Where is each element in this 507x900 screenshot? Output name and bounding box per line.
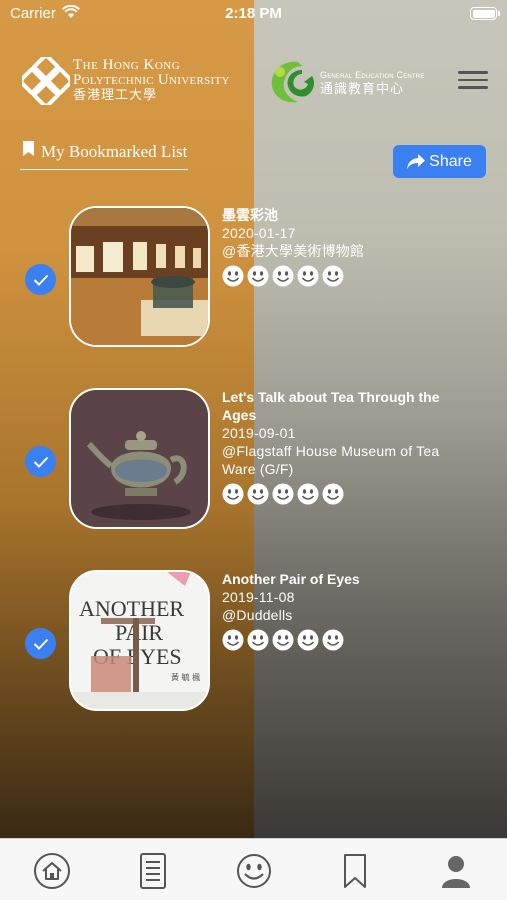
museum-gallery-image (71, 208, 208, 345)
checkmark-icon[interactable] (25, 628, 56, 659)
status-time: 2:18 PM (225, 5, 282, 22)
gec-name-english: General Education Centre (320, 70, 425, 80)
item-info: Let's Talk about Tea Through the Ages 20… (222, 388, 472, 505)
rating-faces (222, 483, 472, 505)
tab-profile[interactable] (436, 851, 476, 891)
bookmarked-list-header: My Bookmarked List (20, 138, 188, 170)
smiley-icon (237, 854, 271, 888)
bookmarked-list-title: My Bookmarked List (41, 142, 188, 161)
smiley-face-icon[interactable] (272, 483, 294, 505)
item-title: Another Pair of Eyes (222, 571, 360, 587)
smiley-face-icon[interactable] (272, 265, 294, 287)
smiley-face-icon[interactable] (297, 483, 319, 505)
smiley-face-icon[interactable] (322, 483, 344, 505)
gec-logo-icon (271, 61, 314, 103)
smiley-face-icon[interactable] (222, 483, 244, 505)
smiley-face-icon[interactable] (247, 265, 269, 287)
item-venue: @香港大學美術博物館 (222, 243, 365, 259)
rating-faces (222, 629, 472, 651)
item-thumbnail[interactable] (69, 388, 210, 529)
battery-icon (470, 7, 500, 20)
item-thumbnail[interactable] (69, 206, 210, 347)
menu-line (458, 86, 488, 89)
item-venue: @Flagstaff House Museum of Tea Ware (G/F… (222, 443, 440, 477)
profile-icon (442, 856, 470, 888)
bookmark-icon (23, 141, 34, 156)
cover-word-1: ANOTHER (79, 596, 184, 621)
menu-line (458, 78, 488, 81)
item-title: 墨雲彩池 (222, 207, 278, 223)
item-date: 2020-01-17 (222, 225, 296, 241)
bookmark-icon (344, 854, 366, 888)
hamburger-menu-button[interactable] (458, 71, 488, 93)
tab-rating[interactable] (234, 851, 274, 891)
share-button[interactable]: Share (393, 145, 486, 178)
polyu-name-chinese: 香港理工大學 (73, 88, 158, 103)
smiley-face-icon[interactable] (222, 629, 244, 651)
share-label: Share (429, 152, 472, 170)
home-icon (34, 853, 70, 889)
rating-faces (222, 265, 472, 287)
item-thumbnail[interactable]: ANOTHER PAIR OF EYES 黃 毓 楓 (69, 570, 210, 711)
item-info: 墨雲彩池 2020-01-17 @香港大學美術博物館 (222, 206, 472, 287)
tab-home[interactable] (32, 851, 72, 891)
gec-name: General Education Centre 通識教育中心 (320, 70, 425, 96)
smiley-face-icon[interactable] (322, 265, 344, 287)
menu-line (458, 71, 488, 74)
tab-bookmark[interactable] (335, 851, 375, 891)
polyu-name-line2: Polytechnic University (73, 72, 230, 88)
smiley-face-icon[interactable] (297, 265, 319, 287)
smiley-face-icon[interactable] (272, 629, 294, 651)
book-cover-image: ANOTHER PAIR OF EYES 黃 毓 楓 (71, 572, 208, 709)
item-date: 2019-11-08 (222, 589, 295, 605)
item-title: Let's Talk about Tea Through the Ages (222, 389, 440, 423)
smiley-face-icon[interactable] (222, 265, 244, 287)
smiley-face-icon[interactable] (247, 483, 269, 505)
checkmark-icon[interactable] (25, 264, 56, 295)
smiley-face-icon[interactable] (322, 629, 344, 651)
polyu-logo-icon (22, 57, 70, 105)
share-arrow-icon (407, 154, 426, 169)
gec-name-chinese: 通識教育中心 (320, 81, 405, 96)
list-icon (140, 853, 166, 889)
item-venue: @Duddells (222, 607, 293, 623)
polyu-name: The Hong Kong Polytechnic University 香港理… (73, 57, 230, 104)
teapot-image (71, 390, 208, 527)
status-bar: Carrier 2:18 PM (0, 0, 507, 28)
polyu-name-line1: The Hong Kong (73, 57, 181, 73)
smiley-face-icon[interactable] (297, 629, 319, 651)
smiley-face-icon[interactable] (247, 629, 269, 651)
item-info: Another Pair of Eyes 2019-11-08 @Duddell… (222, 570, 472, 651)
tab-bar (0, 838, 507, 900)
checkmark-icon[interactable] (25, 446, 56, 477)
cover-author: 黃 毓 楓 (171, 672, 200, 682)
tab-list[interactable] (133, 851, 173, 891)
item-date: 2019-09-01 (222, 425, 296, 441)
